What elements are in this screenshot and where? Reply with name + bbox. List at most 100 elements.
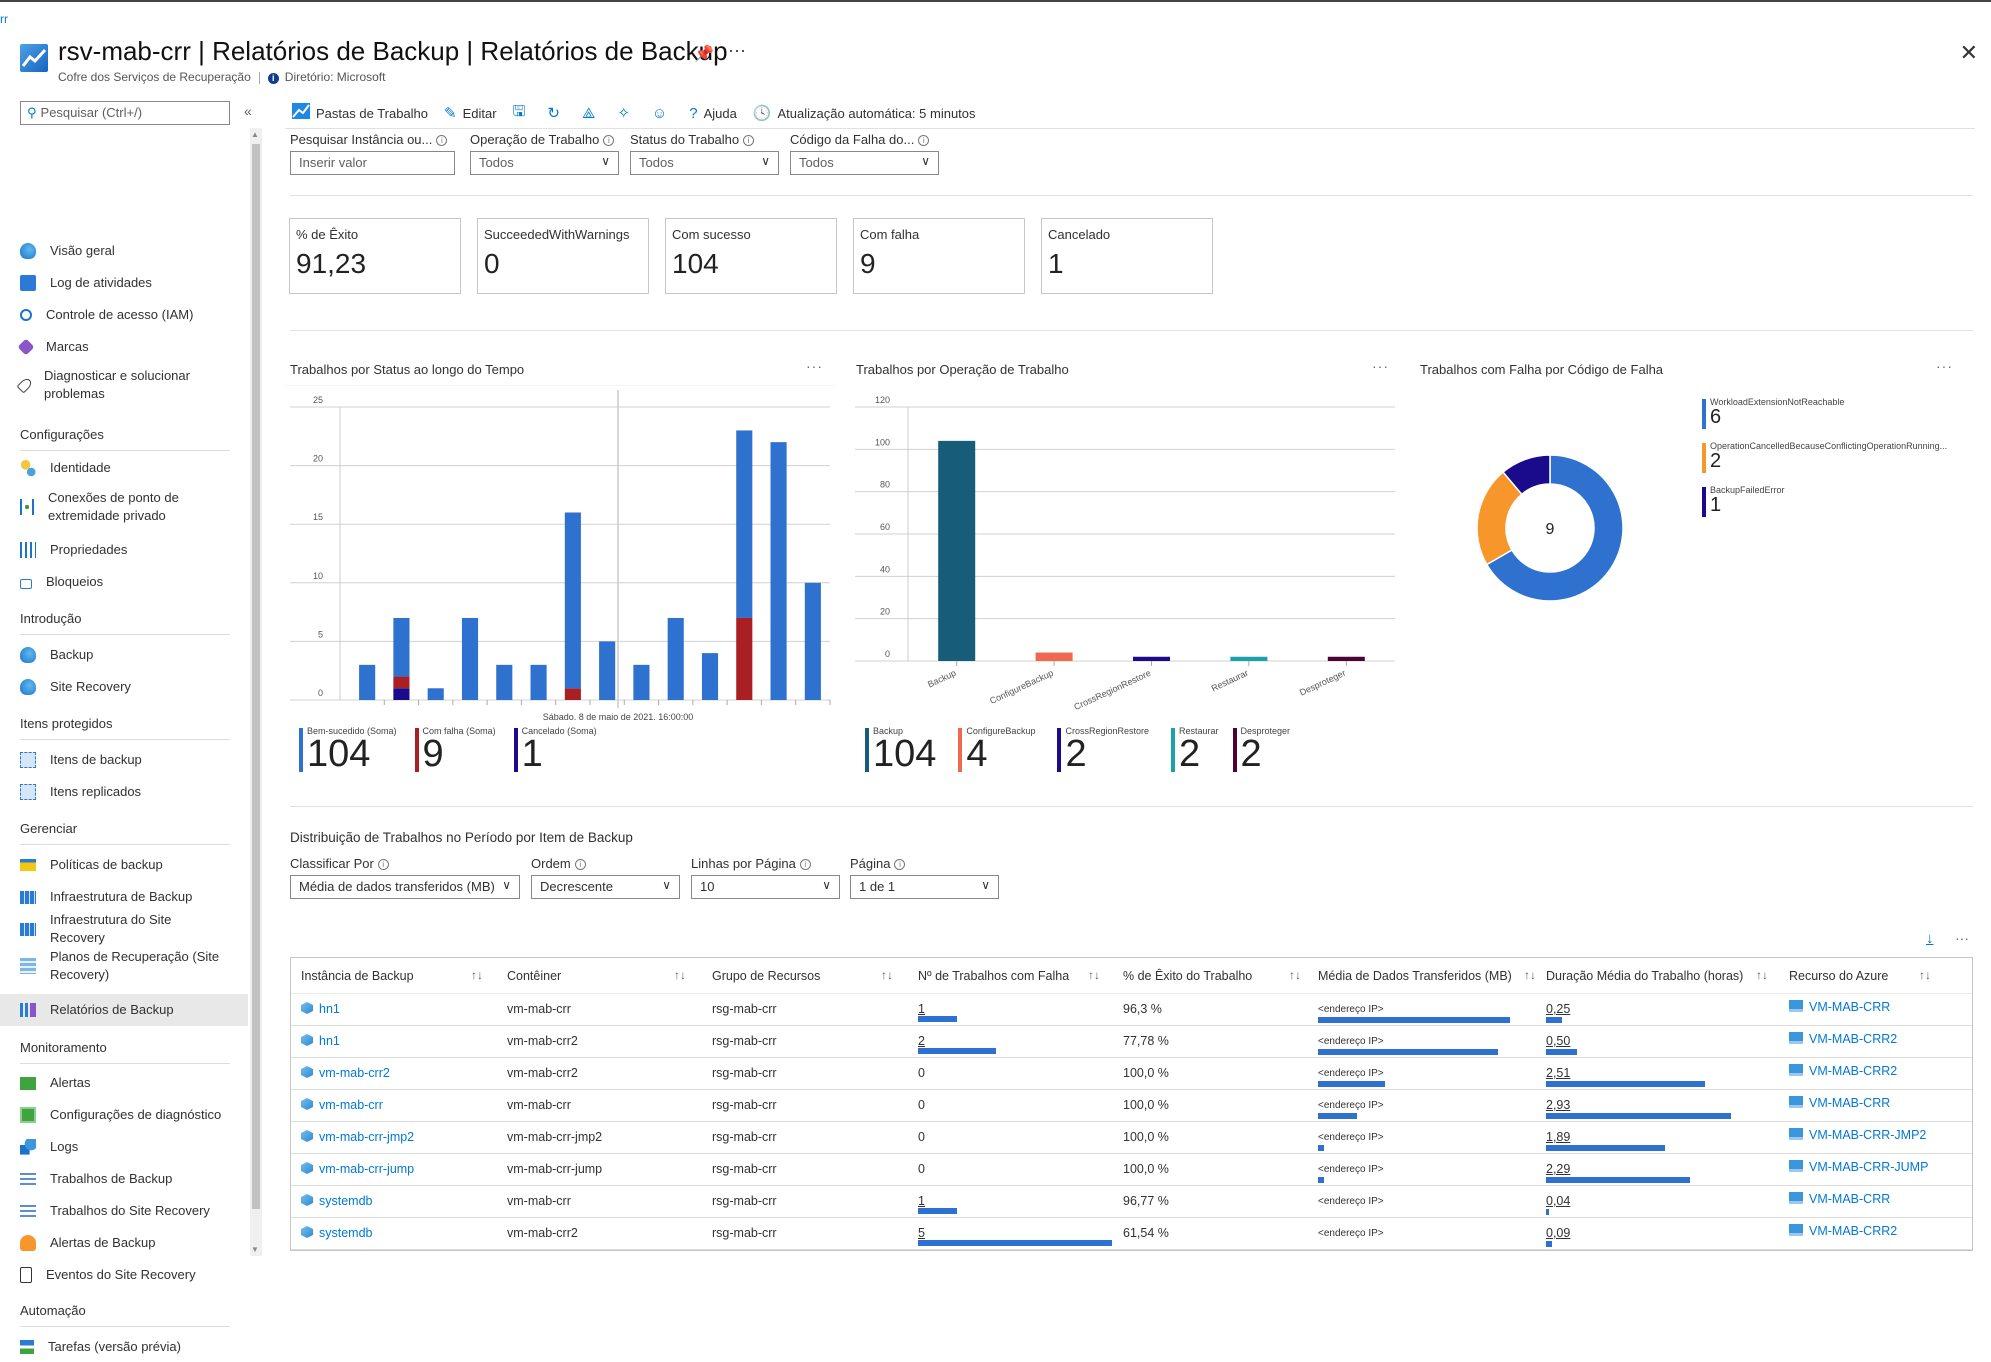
refresh-button[interactable]: ↻ — [547, 104, 566, 122]
sort-icon[interactable]: ↑↓ — [471, 968, 483, 982]
backup-instance-link[interactable]: vm-mab-crr-jmp2 — [301, 1130, 414, 1144]
sidebar-item-itens-de-backup[interactable]: Itens de backup — [0, 745, 248, 775]
sort-icon[interactable]: ↑↓ — [674, 968, 686, 982]
column-header[interactable]: Instância de Backup — [301, 969, 414, 983]
bar-segment-bem-sucedido[interactable] — [461, 617, 479, 700]
azure-resource-link[interactable]: VM-MAB-CRR-JMP2 — [1789, 1128, 1926, 1142]
sidebar-item-planos-de-recuperacao-site-recovery[interactable]: Planos de Recuperação (Site Recovery) — [0, 946, 248, 986]
bar-segment-bem-sucedido[interactable] — [667, 617, 684, 700]
column-header[interactable]: % de Êxito do Trabalho — [1123, 969, 1252, 983]
bar-segment-com[interactable] — [564, 688, 581, 700]
sidebar-item-relatorios-de-backup[interactable]: Relatórios de Backup — [0, 994, 248, 1026]
chart-status-more-button[interactable]: ··· — [806, 358, 823, 374]
sidebar-item-conexoes-de-ponto-de-extremidade-privado[interactable]: Conexões de ponto de extremidade privado — [0, 487, 248, 527]
sidebar-item-alertas-de-backup[interactable]: Alertas de Backup — [0, 1228, 248, 1258]
sidebar-item-bloqueios[interactable]: Bloqueios — [0, 567, 248, 597]
legend-item[interactable]: BackupFailedError 1 — [1702, 485, 1785, 517]
column-header[interactable]: Duração Média do Trabalho (horas) — [1546, 969, 1743, 983]
sort-icon[interactable]: ↑↓ — [1919, 968, 1931, 982]
bar-segment-bem-sucedido[interactable] — [359, 664, 376, 700]
azure-resource-link[interactable]: VM-MAB-CRR — [1789, 1192, 1890, 1206]
bar-segment-bem-sucedido[interactable] — [633, 664, 650, 700]
table-more-button[interactable]: ··· — [1955, 930, 1969, 946]
sidebar-item-propriedades[interactable]: Propriedades — [0, 535, 248, 565]
azure-resource-link[interactable]: VM-MAB-CRR2 — [1789, 1032, 1897, 1046]
legend-item[interactable]: WorkloadExtensionNotReachable 6 — [1702, 397, 1844, 429]
sort-icon[interactable]: ↑↓ — [1756, 968, 1768, 982]
autorefresh-button[interactable]: 🕓 Atualização automática: 5 minutos — [753, 104, 976, 122]
bar-segment-bem-sucedido[interactable] — [804, 582, 821, 700]
sidebar-item-marcas[interactable]: Marcas — [0, 332, 248, 362]
bar-segment-bem-sucedido[interactable] — [496, 664, 513, 700]
legend-item[interactable]: ConfigureBackup 4 — [958, 726, 1035, 773]
bar-segment-bem-sucedido[interactable] — [701, 653, 719, 700]
scroll-up-arrow-icon[interactable]: ▲ — [251, 130, 259, 139]
sidebar-search-input[interactable]: ⚲ Pesquisar (Ctrl+/) — [20, 101, 230, 125]
backup-instance-link[interactable]: vm-mab-crr2 — [301, 1066, 390, 1080]
chart-operation-more-button[interactable]: ··· — [1372, 358, 1389, 374]
sort-icon[interactable]: ↑↓ — [1088, 968, 1100, 982]
download-icon[interactable]: ↓ — [1926, 930, 1934, 947]
legend-item[interactable]: Desproteger 2 — [1232, 726, 1290, 773]
sidebar-item-configuracoes-de-diagnostico[interactable]: Configurações de diagnóstico — [0, 1100, 248, 1130]
bar-segment-bem-sucedido[interactable] — [530, 664, 547, 700]
column-header[interactable]: Recurso do Azure — [1789, 969, 1888, 983]
sidebar-item-identidade[interactable]: Identidade — [0, 453, 248, 483]
sidebar-item-alertas[interactable]: Alertas — [0, 1068, 248, 1098]
breadcrumb[interactable]: rr — [0, 12, 8, 26]
bar-restaurar[interactable] — [1230, 656, 1268, 661]
legend-item[interactable]: Bem-sucedido (Soma) 104 — [299, 726, 397, 773]
share-button[interactable]: ⟁ — [582, 105, 601, 122]
chart-failure-more-button[interactable]: ··· — [1936, 358, 1953, 374]
sidebar-item-controle-de-acesso-iam[interactable]: Controle de acesso (IAM) — [0, 300, 248, 330]
bar-crossregionrestore[interactable] — [1132, 656, 1171, 661]
bar-segment-bem-sucedido[interactable] — [564, 512, 581, 689]
sidebar-item-logs[interactable]: Logs — [0, 1132, 248, 1162]
edit-button[interactable]: ✎ Editar — [444, 104, 497, 122]
bar-segment-bem-sucedido[interactable] — [427, 688, 444, 700]
bar-segment-com[interactable] — [393, 676, 410, 689]
backup-instance-link[interactable]: systemdb — [301, 1194, 373, 1208]
bar-segment-bem-sucedido[interactable] — [736, 430, 753, 618]
sidebar-item-diagnosticar-e-solucionar-problemas[interactable]: Diagnosticar e solucionar problemas — [0, 365, 248, 405]
bar-configurebackup[interactable] — [1035, 652, 1073, 661]
legend-item[interactable]: Cancelado (Soma) 1 — [513, 726, 597, 773]
legend-item[interactable]: Com falha (Soma) 9 — [414, 726, 496, 773]
sidebar-item-infraestrutura-do-site-recovery[interactable]: Infraestrutura do Site Recovery — [0, 912, 248, 945]
column-header[interactable]: Grupo de Recursos — [712, 969, 820, 983]
more-options-button[interactable]: ··· — [728, 40, 746, 61]
order-select[interactable]: Decrescente ∨ — [531, 875, 680, 899]
pin-button[interactable]: ✧ — [617, 104, 636, 122]
workbooks-button[interactable]: Pastas de Trabalho — [292, 103, 428, 123]
legend-item[interactable]: OperationCancelledBecauseConflictingOper… — [1702, 441, 1947, 473]
column-header[interactable]: Nº de Trabalhos com Falha — [918, 969, 1069, 983]
legend-item[interactable]: Restaurar 2 — [1171, 726, 1219, 773]
rows-per-page-select[interactable]: 10 ∨ — [691, 875, 840, 899]
backup-instance-link[interactable]: vm-mab-crr — [301, 1098, 383, 1112]
close-button[interactable]: ✕ — [1960, 40, 1978, 66]
sidebar-item-itens-replicados[interactable]: Itens replicados — [0, 777, 248, 807]
job-operation-select[interactable]: Todos ∨ — [470, 151, 619, 175]
save-button[interactable]: 🖫 — [513, 101, 532, 126]
sidebar-item-tarefas-versao-previa[interactable]: Tarefas (versão prévia) — [0, 1332, 248, 1362]
sidebar-scrollbar[interactable]: ▲ ▼ — [250, 128, 262, 1256]
sidebar-item-log-de-atividades[interactable]: Log de atividades — [0, 268, 248, 298]
bar-backup[interactable] — [938, 440, 976, 661]
collapse-sidebar-button[interactable]: « — [244, 103, 252, 119]
scrollbar-thumb[interactable] — [252, 144, 260, 1209]
backup-instance-link[interactable]: hn1 — [301, 1002, 340, 1016]
sidebar-item-visao-geral[interactable]: Visão geral — [0, 236, 248, 266]
sort-icon[interactable]: ↑↓ — [1524, 968, 1536, 982]
azure-resource-link[interactable]: VM-MAB-CRR — [1789, 1000, 1890, 1014]
feedback-button[interactable]: ☺ — [652, 105, 673, 122]
failure-code-select[interactable]: Todos ∨ — [790, 151, 939, 175]
scroll-down-arrow-icon[interactable]: ▼ — [251, 1245, 259, 1254]
azure-resource-link[interactable]: VM-MAB-CRR2 — [1789, 1224, 1897, 1238]
sidebar-item-politicas-de-backup[interactable]: Políticas de backup — [0, 850, 248, 880]
bar-segment-bem-sucedido[interactable] — [599, 641, 616, 700]
backup-instance-link[interactable]: hn1 — [301, 1034, 340, 1048]
bar-segment-bem-sucedido[interactable] — [770, 442, 787, 700]
page-select[interactable]: 1 de 1 ∨ — [850, 875, 999, 899]
column-header[interactable]: Contêiner — [507, 969, 561, 983]
sidebar-item-site-recovery[interactable]: Site Recovery — [0, 672, 248, 702]
